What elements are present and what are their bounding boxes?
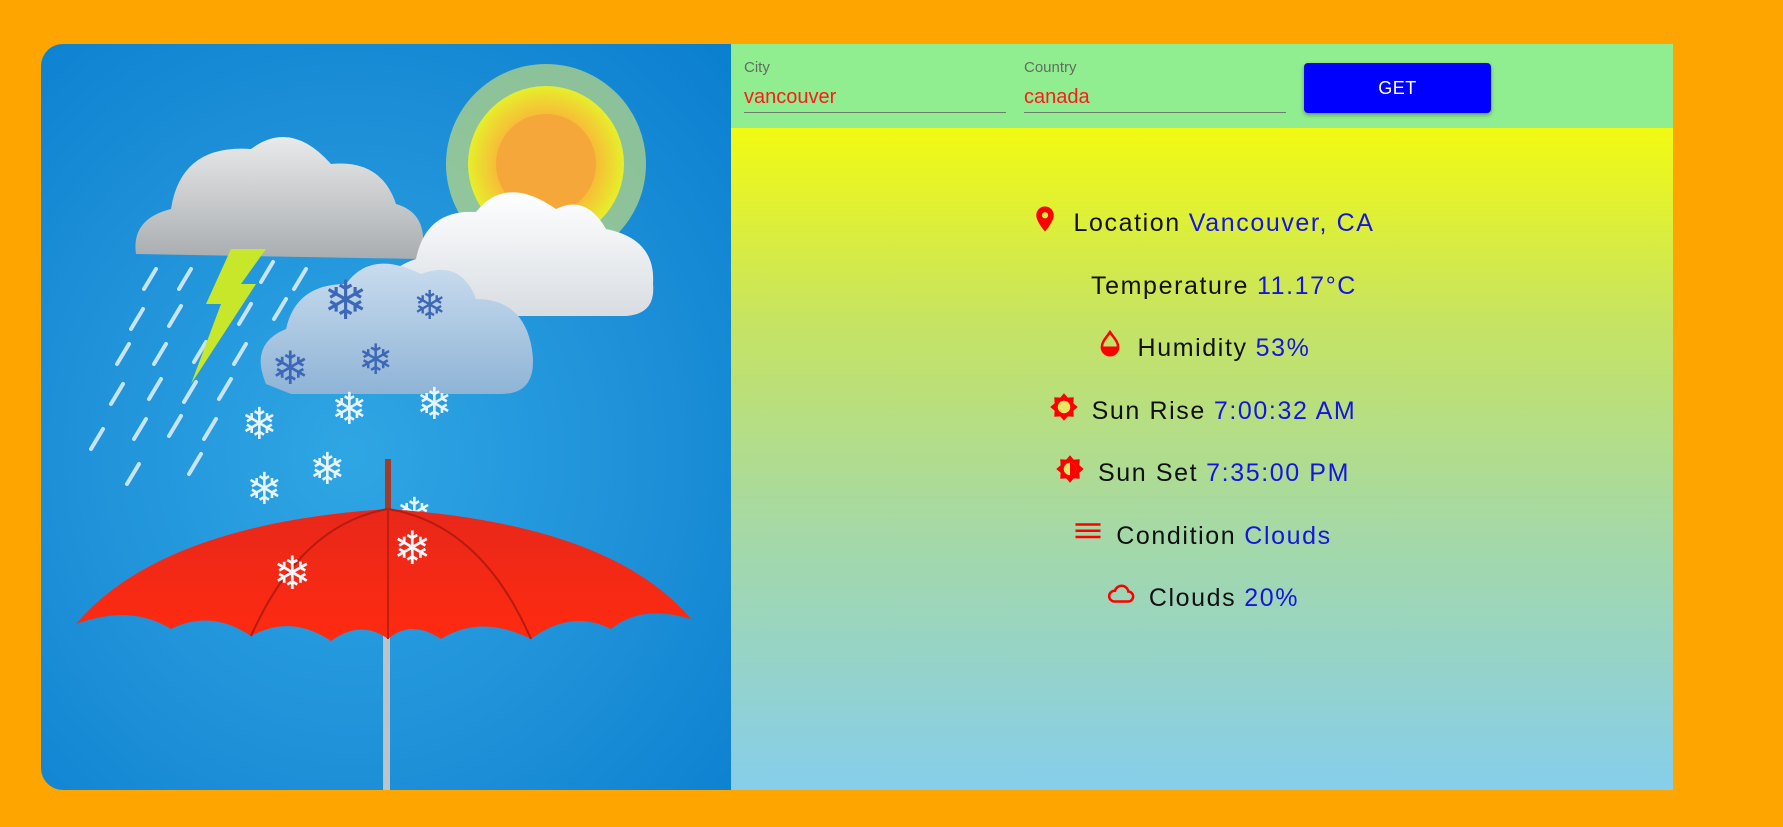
storm-cloud bbox=[135, 137, 424, 259]
condition-row: Condition Clouds bbox=[731, 517, 1673, 551]
svg-text:❄: ❄ bbox=[393, 521, 432, 575]
sunrise-row: Sun Rise 7:00:32 AM bbox=[731, 392, 1673, 426]
clouds-label: Clouds bbox=[1148, 584, 1237, 612]
svg-text:❄: ❄ bbox=[273, 546, 312, 600]
sun-icon bbox=[1049, 393, 1078, 421]
map-pin-icon bbox=[1036, 206, 1055, 232]
svg-text:❄: ❄ bbox=[246, 464, 283, 515]
svg-text:❄: ❄ bbox=[241, 399, 278, 450]
sunset-row: Sun Set 7:35:00 PM bbox=[731, 454, 1673, 488]
cloud-icon bbox=[1107, 584, 1135, 603]
lightning bbox=[191, 249, 266, 384]
umbrella bbox=[76, 459, 691, 790]
country-label: Country bbox=[1024, 59, 1077, 76]
location-value: Vancouver, CA bbox=[1188, 209, 1375, 237]
weather-illustration: ❄ ❄ ❄ ❄ ❄ ❄ ❄ ❄ ❄ ❄ ❄ bbox=[41, 44, 731, 790]
temperature-label: Temperature bbox=[1091, 272, 1249, 300]
condition-value: Clouds bbox=[1244, 522, 1332, 550]
temperature-value: 11.17°C bbox=[1256, 272, 1357, 300]
condition-label: Condition bbox=[1116, 522, 1237, 550]
svg-text:❄: ❄ bbox=[309, 444, 346, 495]
moon-icon bbox=[1059, 270, 1071, 294]
weather-results: Location Vancouver, CA Temperature 11.17°C… bbox=[731, 128, 1673, 790]
temperature-row: Temperature 11.17°C bbox=[731, 267, 1673, 301]
sunrise-value: 7:00:32 AM bbox=[1213, 397, 1357, 425]
humidity-value: 53% bbox=[1255, 334, 1311, 362]
svg-text:❄: ❄ bbox=[323, 269, 368, 332]
city-input[interactable] bbox=[744, 82, 1006, 113]
svg-text:❄: ❄ bbox=[413, 283, 447, 329]
weather-card: ❄ ❄ ❄ ❄ ❄ ❄ ❄ ❄ ❄ ❄ ❄ City vancouver Cou… bbox=[41, 44, 1673, 790]
country-field: Country bbox=[1024, 44, 1286, 116]
clouds-row: Clouds 20% bbox=[731, 579, 1673, 613]
city-label: City bbox=[744, 59, 770, 76]
weather-panel: City Country GET LocationVancouver, CA T… bbox=[731, 44, 1673, 790]
svg-text:❄: ❄ bbox=[358, 335, 393, 384]
country-input[interactable] bbox=[1024, 82, 1286, 113]
search-form: City Country GET bbox=[731, 44, 1673, 128]
sunset-icon bbox=[1056, 455, 1084, 483]
menu-lines-icon bbox=[1075, 523, 1101, 539]
sunset-value: 7:35:00 PM bbox=[1206, 459, 1350, 487]
svg-text:❄: ❄ bbox=[271, 341, 310, 395]
clouds-value: 20% bbox=[1244, 584, 1300, 612]
humidity-row: Humidity 53% bbox=[731, 329, 1673, 363]
location-label: Location bbox=[1073, 209, 1181, 237]
water-drop-icon bbox=[1100, 329, 1119, 357]
get-button[interactable]: GET bbox=[1304, 63, 1491, 113]
svg-text:❄: ❄ bbox=[416, 379, 453, 430]
humidity-label: Humidity bbox=[1137, 334, 1248, 362]
sunrise-label: Sun Rise bbox=[1091, 397, 1206, 425]
sunset-label: Sun Set bbox=[1097, 459, 1199, 487]
location-row: Location Vancouver, CA bbox=[731, 204, 1673, 238]
svg-text:❄: ❄ bbox=[331, 384, 368, 435]
city-field: City bbox=[744, 44, 1006, 116]
